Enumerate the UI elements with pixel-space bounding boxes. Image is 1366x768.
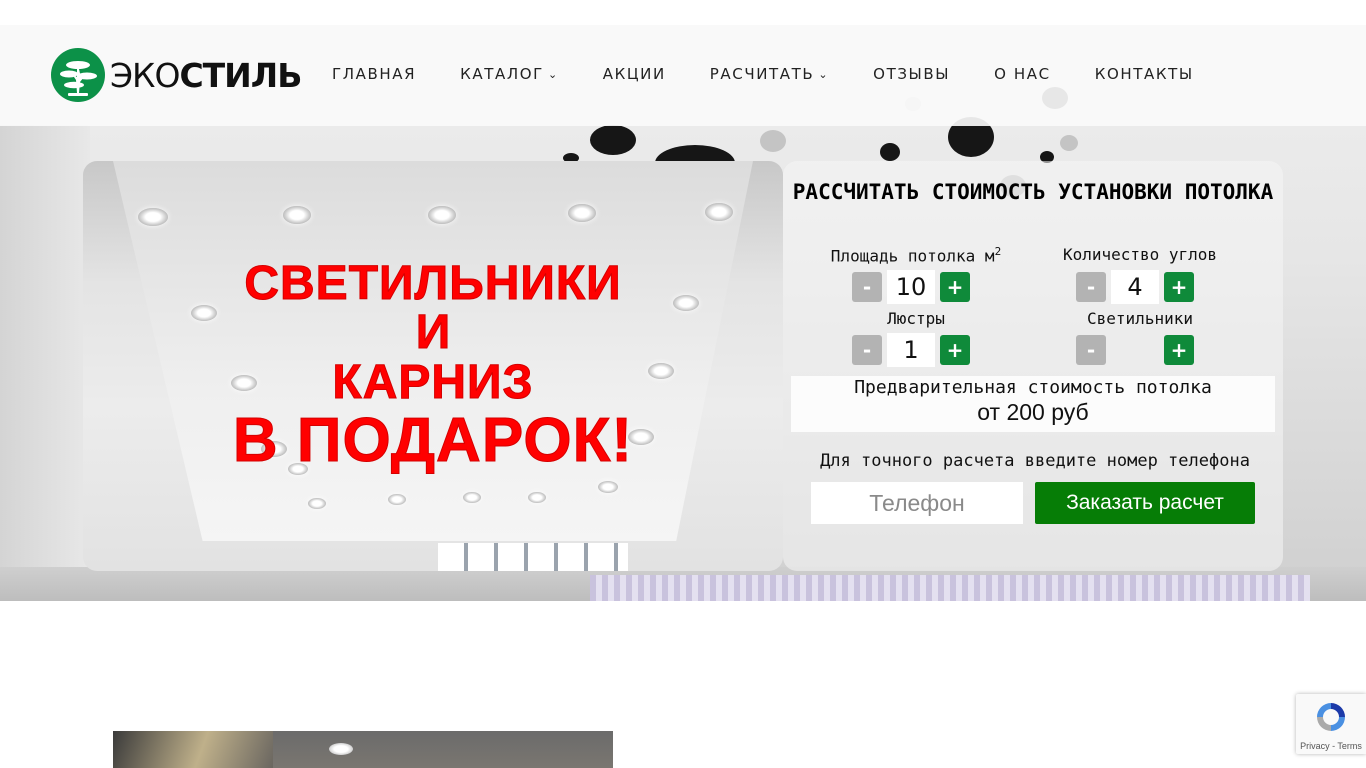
site-header: ЭКОСТИЛЬ ГЛАВНАЯ КАТАЛОГ ⌄ АКЦИИ РАСЧИТАТ…	[0, 25, 1366, 126]
ceiling-lamp	[568, 204, 596, 222]
area-input[interactable]: 10	[887, 270, 935, 304]
promo-headline: СВЕТИЛЬНИКИ И КАРНИЗ В ПОДАРОК!	[83, 257, 783, 475]
nav-item-about[interactable]: О НАС	[994, 65, 1051, 83]
hero-curtain	[590, 575, 1310, 601]
chevron-down-icon: ⌄	[818, 67, 830, 81]
ceiling-lamp	[428, 206, 456, 224]
area-decrement-button[interactable]: -	[852, 272, 882, 302]
nav-label: КАТАЛОГ	[460, 65, 544, 83]
phone-input[interactable]	[811, 482, 1023, 524]
nav-label: АКЦИИ	[602, 65, 666, 83]
area-label-sup: 2	[994, 245, 1002, 258]
decor-dot	[880, 143, 900, 161]
nav-item-calculate[interactable]: РАСЧИТАТЬ ⌄	[710, 65, 829, 83]
chandeliers-label: Люстры	[887, 309, 945, 328]
chandeliers-decrement-button[interactable]: -	[852, 335, 882, 365]
ceiling-lamp	[138, 208, 168, 226]
nav-item-contacts[interactable]: КОНТАКТЫ	[1095, 65, 1194, 83]
main-nav: ГЛАВНАЯ КАТАЛОГ ⌄ АКЦИИ РАСЧИТАТЬ ⌄ ОТЗЫВЫ…	[332, 65, 1238, 83]
chandeliers-input[interactable]: 1	[887, 333, 935, 367]
promo-line-4: В ПОДАРОК!	[232, 406, 634, 475]
nav-item-reviews[interactable]: ОТЗЫВЫ	[873, 65, 950, 83]
promo-line-3: КАРНИЗ	[332, 356, 534, 409]
decor-dot	[590, 125, 636, 155]
area-label: Площадь потолка м2	[796, 245, 1036, 265]
lamps-label: Светильники	[1087, 309, 1193, 328]
section-image	[113, 731, 613, 768]
ceiling-lamp	[283, 206, 311, 224]
chandeliers-stepper: - 1 +	[852, 333, 970, 367]
promo-banner[interactable]: СВЕТИЛЬНИКИ И КАРНИЗ В ПОДАРОК!	[83, 161, 783, 571]
area-increment-button[interactable]: +	[940, 272, 970, 302]
area-label-text: Площадь потолка м	[830, 246, 995, 266]
logo-text: ЭКОСТИЛЬ	[110, 55, 302, 95]
corners-input[interactable]: 4	[1111, 270, 1159, 304]
ceiling-calculator: РАССЧИТАТЬ СТОИМОСТЬ УСТАНОВКИ ПОТОЛКА П…	[783, 161, 1283, 571]
phone-hint: Для точного расчета введите номер телефо…	[820, 451, 1250, 471]
ceiling-lamp	[388, 494, 406, 505]
ceiling-lamp	[308, 498, 326, 509]
nav-label: О НАС	[994, 65, 1051, 83]
corners-stepper: - 4 +	[1076, 270, 1194, 304]
area-stepper: - 10 +	[852, 270, 970, 304]
nav-item-home[interactable]: ГЛАВНАЯ	[332, 65, 416, 83]
corners-increment-button[interactable]: +	[1164, 272, 1194, 302]
image-glow	[113, 731, 273, 768]
nav-label: КОНТАКТЫ	[1094, 65, 1194, 83]
order-calculation-button[interactable]: Заказать расчет	[1035, 482, 1255, 524]
corners-label: Количество углов	[1062, 245, 1218, 264]
ceiling-lamp	[528, 492, 546, 503]
promo-line-2: И	[415, 306, 451, 359]
ceiling-lamp	[598, 481, 618, 493]
calculator-title: РАССЧИТАТЬ СТОИМОСТЬ УСТАНОВКИ ПОТОЛКА	[792, 180, 1274, 204]
room-window	[438, 543, 628, 571]
logo-text-bold: СТИЛЬ	[179, 55, 302, 95]
recaptcha-links[interactable]: Privacy - Terms	[1296, 741, 1366, 751]
site-logo[interactable]: ЭКОСТИЛЬ	[50, 47, 302, 103]
decor-dot	[760, 130, 786, 152]
chevron-down-icon: ⌄	[547, 67, 559, 81]
promo-line-1: СВЕТИЛЬНИКИ	[244, 257, 622, 310]
decor-dot	[1060, 135, 1078, 151]
nav-label: РАСЧИТАТЬ	[709, 65, 815, 83]
ceiling-lamp	[705, 203, 733, 221]
ceiling-lamp	[463, 492, 481, 503]
price-box: Предварительная стоимость потолка от 200…	[791, 376, 1275, 432]
ceiling-lamp	[329, 743, 353, 755]
logo-text-light: ЭКО	[110, 55, 180, 95]
price-value: от 200 руб	[977, 399, 1089, 425]
lamps-increment-button[interactable]: +	[1164, 335, 1194, 365]
bonsai-logo-icon	[51, 48, 105, 102]
nav-label: ОТЗЫВЫ	[873, 65, 951, 83]
recaptcha-badge[interactable]: Privacy - Terms	[1296, 694, 1366, 754]
nav-label: ГЛАВНАЯ	[332, 65, 417, 83]
price-label: Предварительная стоимость потолка	[854, 377, 1212, 398]
corners-decrement-button[interactable]: -	[1076, 272, 1106, 302]
lamps-input[interactable]	[1111, 333, 1159, 367]
lamps-decrement-button[interactable]: -	[1076, 335, 1106, 365]
lamps-stepper: - +	[1076, 333, 1194, 367]
hero-wall	[0, 125, 90, 601]
chandeliers-increment-button[interactable]: +	[940, 335, 970, 365]
recaptcha-icon	[1317, 703, 1345, 731]
nav-item-catalog[interactable]: КАТАЛОГ ⌄	[460, 65, 559, 83]
nav-item-promotions[interactable]: АКЦИИ	[603, 65, 666, 83]
